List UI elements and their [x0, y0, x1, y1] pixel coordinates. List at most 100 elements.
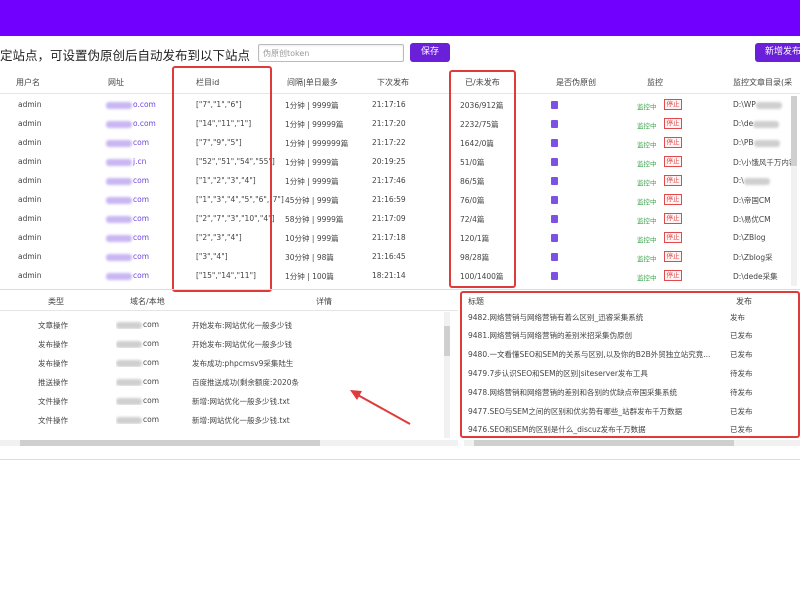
cell-interval: 1分钟 | 999999篇	[285, 139, 349, 148]
header-url: 网址	[108, 78, 124, 87]
cell-user: admin	[18, 214, 42, 223]
table-row: admin com ["2","7","3","10","4"] 58分钟 | …	[0, 210, 800, 229]
log-domain-text: com	[143, 320, 160, 329]
stop-button[interactable]: 停止	[664, 213, 682, 224]
stop-button[interactable]: 停止	[664, 175, 682, 186]
toolbar-title: 定站点，可设置伪原创后自动发布到以下站点	[0, 48, 251, 63]
cell-dir-text: D:\de	[733, 119, 754, 128]
log-header-type: 类型	[48, 297, 64, 306]
stop-button[interactable]: 停止	[664, 232, 682, 243]
blurred-domain	[116, 397, 142, 405]
original-checkbox[interactable]	[551, 177, 558, 185]
log-detail: 发布成功:phpcmsv9采集陆生	[192, 359, 294, 368]
cell-user: admin	[18, 271, 42, 280]
table-row: admin com ["3","4"] 30分钟 | 98篇 21:16:45 …	[0, 248, 800, 267]
cell-url[interactable]: com	[106, 233, 149, 242]
scrollbar-thumb[interactable]	[444, 326, 450, 356]
original-checkbox[interactable]	[551, 215, 558, 223]
cell-url[interactable]: com	[106, 138, 149, 147]
cell-url-text: com	[133, 214, 150, 223]
cell-interval: 1分钟 | 9999篇	[285, 158, 339, 167]
cell-dir: D:\易优CM	[733, 214, 771, 225]
list-item: 发布操作 com 发布成功:phpcmsv9采集陆生	[0, 354, 440, 373]
cell-url[interactable]: com	[106, 271, 149, 280]
cell-dir-text: D:\WP	[733, 100, 756, 109]
cell-next: 18:21:14	[372, 271, 406, 280]
header-monitor: 监控	[647, 78, 663, 87]
cell-dir: D:\de	[733, 119, 780, 128]
add-publish-button[interactable]: 新增发布	[755, 43, 800, 62]
cell-user: admin	[18, 100, 42, 109]
blurred-domain	[106, 196, 132, 204]
cell-url-text: o.com	[133, 100, 156, 109]
original-checkbox[interactable]	[551, 253, 558, 261]
stop-button[interactable]: 停止	[664, 270, 682, 281]
cell-dir: D:\Zblog采	[733, 252, 773, 263]
cell-next: 21:17:22	[372, 138, 406, 147]
cell-url[interactable]: com	[106, 195, 149, 204]
cell-url[interactable]: j.cn	[106, 157, 146, 166]
cell-next: 21:17:16	[372, 100, 406, 109]
cell-url-text: com	[133, 176, 150, 185]
blurred-domain	[106, 253, 132, 261]
log-type: 文件操作	[38, 416, 68, 425]
table-row: admin com ["1","2","3","4"] 1分钟 | 9999篇 …	[0, 172, 800, 191]
cell-url[interactable]: com	[106, 252, 149, 261]
cell-dir-text: D:\Zblog采	[733, 253, 773, 262]
cell-url-text: com	[133, 271, 150, 280]
cell-url[interactable]: com	[106, 214, 149, 223]
list-item: 文件操作 com 新增:网站优化一般多少钱.txt	[0, 392, 440, 411]
original-checkbox[interactable]	[551, 120, 558, 128]
articles-horizontal-scrollbar[interactable]	[464, 440, 800, 446]
original-checkbox[interactable]	[551, 272, 558, 280]
scrollbar-thumb[interactable]	[791, 96, 797, 166]
stop-button[interactable]: 停止	[664, 99, 682, 110]
log-vertical-scrollbar[interactable]	[444, 312, 450, 438]
log-domain-text: com	[143, 415, 160, 424]
sites-table-header: 用户名 网址 栏目id 间隔|单日最多 下次发布 已/未发布 是否伪原创 监控 …	[0, 70, 800, 94]
log-domain: com	[116, 396, 159, 405]
header-next-publish: 下次发布	[377, 78, 409, 87]
blurred-domain	[116, 416, 142, 424]
cell-user: admin	[18, 176, 42, 185]
header-user: 用户名	[16, 78, 40, 87]
top-bar	[0, 0, 800, 36]
stop-button[interactable]: 停止	[664, 251, 682, 262]
original-checkbox[interactable]	[551, 139, 558, 147]
scrollbar-thumb[interactable]	[20, 440, 320, 446]
cell-url[interactable]: o.com	[106, 119, 156, 128]
cell-interval: 1分钟 | 99999篇	[285, 120, 344, 129]
sites-table-scrollbar[interactable]	[791, 96, 797, 286]
scrollbar-thumb[interactable]	[474, 440, 734, 446]
log-horizontal-scrollbar[interactable]	[0, 440, 458, 446]
table-row: admin o.com ["14","11","1"] 1分钟 | 99999篇…	[0, 115, 800, 134]
cell-url[interactable]: com	[106, 176, 149, 185]
original-checkbox[interactable]	[551, 101, 558, 109]
log-domain: com	[116, 358, 159, 367]
token-input[interactable]: 伪原创token	[258, 44, 404, 62]
log-domain-text: com	[143, 339, 160, 348]
save-button[interactable]: 保存	[410, 43, 450, 62]
stop-button[interactable]: 停止	[664, 118, 682, 129]
log-type: 文章操作	[38, 321, 68, 330]
cell-dir-text: D:\ZBlog	[733, 233, 766, 242]
cell-user: admin	[18, 119, 42, 128]
log-type: 推送操作	[38, 378, 68, 387]
cell-url[interactable]: o.com	[106, 100, 156, 109]
stop-button[interactable]: 停止	[664, 194, 682, 205]
cell-next: 21:16:59	[372, 195, 406, 204]
list-item: 文章操作 com 开始发布:网站优化一般多少钱	[0, 316, 440, 335]
original-checkbox[interactable]	[551, 196, 558, 204]
cell-interval: 10分钟 | 999篇	[285, 234, 339, 243]
cell-user: admin	[18, 233, 42, 242]
table-row: admin o.com ["7","1","6"] 1分钟 | 9999篇 21…	[0, 96, 800, 115]
blurred-domain	[116, 340, 142, 348]
stop-button[interactable]: 停止	[664, 156, 682, 167]
original-checkbox[interactable]	[551, 158, 558, 166]
original-checkbox[interactable]	[551, 234, 558, 242]
cell-dir-text: D:\帝国CM	[733, 196, 771, 205]
list-item: 推送操作 com 百度推送成功(剩余额度:2020条	[0, 373, 440, 392]
cell-dir-text: D:\dede采集	[733, 272, 778, 281]
stop-button[interactable]: 停止	[664, 137, 682, 148]
cell-dir: D:\ZBlog	[733, 233, 766, 242]
